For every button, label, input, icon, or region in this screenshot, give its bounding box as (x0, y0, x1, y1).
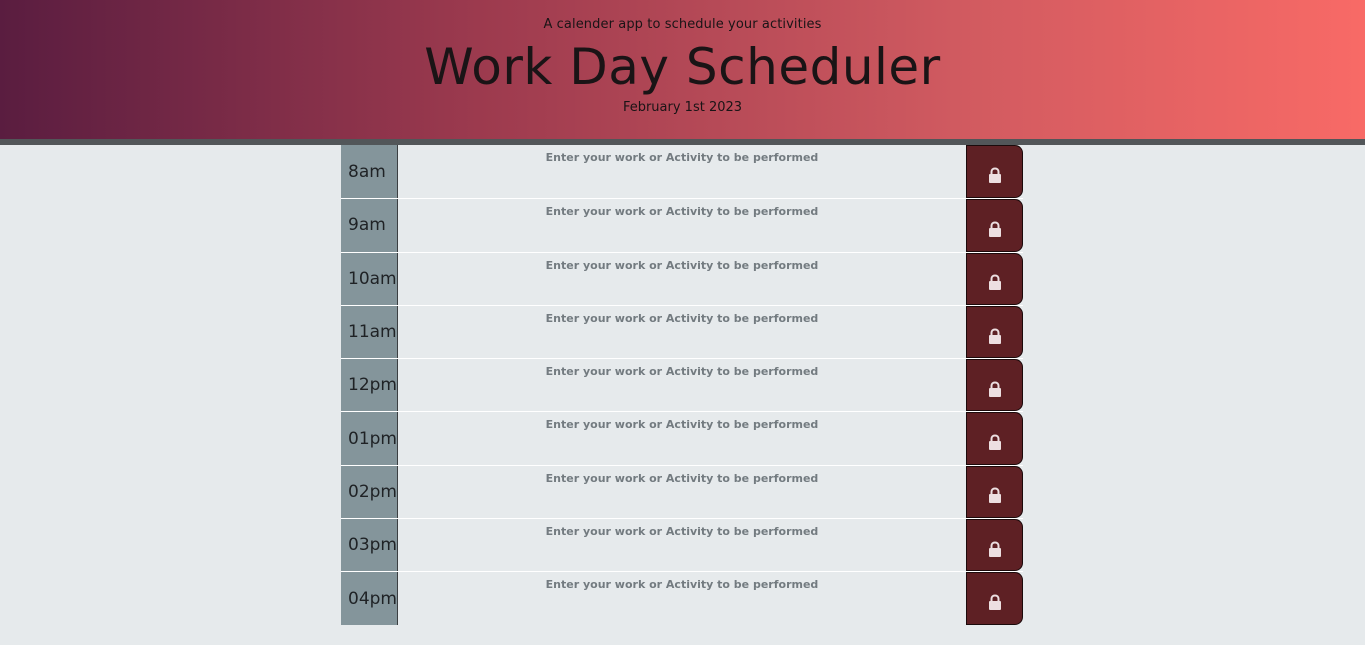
lock-icon (988, 541, 1001, 557)
save-button[interactable] (966, 465, 1023, 519)
lock-icon (988, 487, 1001, 504)
task-input[interactable] (398, 465, 966, 519)
hour-label: 10am (341, 252, 398, 305)
app-tagline: A calender app to schedule your activiti… (543, 17, 822, 32)
task-input[interactable] (398, 572, 966, 625)
save-button[interactable] (966, 252, 1023, 305)
save-button[interactable] (966, 412, 1023, 465)
time-block-row: 11am (341, 304, 1023, 359)
save-button[interactable] (966, 519, 1023, 572)
hour-label: 9am (341, 199, 398, 252)
hour-label: 8am (341, 145, 398, 199)
current-date: February 1st 2023 (622, 100, 743, 115)
time-block-row: 04pm (341, 571, 1023, 625)
hour-label: 11am (341, 305, 398, 359)
lock-icon (988, 328, 1001, 344)
lock-icon (988, 594, 1001, 611)
save-button[interactable] (966, 359, 1023, 412)
hour-label: 03pm (341, 519, 398, 572)
task-input[interactable] (398, 359, 966, 412)
task-input[interactable] (398, 519, 966, 572)
task-input[interactable] (398, 412, 966, 465)
time-block-row: 10am (341, 251, 1023, 305)
page-title: Work Day Scheduler (424, 38, 941, 96)
time-block-row: 8am (341, 145, 1023, 199)
lock-icon (988, 381, 1001, 397)
save-button[interactable] (966, 145, 1023, 199)
save-button[interactable] (966, 572, 1023, 625)
hour-label: 12pm (341, 359, 398, 412)
task-input[interactable] (398, 199, 966, 252)
task-input[interactable] (398, 252, 966, 305)
hour-label: 02pm (341, 465, 398, 519)
task-input[interactable] (398, 305, 966, 359)
task-input[interactable] (398, 145, 966, 199)
time-block-row: 9am (341, 198, 1023, 252)
time-block-row: 03pm (341, 518, 1023, 572)
scheduler-container: 8am 9am 10am 11am 12pm 01pm (341, 145, 1023, 625)
hour-label: 01pm (341, 412, 398, 465)
time-block-row: 12pm (341, 358, 1023, 412)
lock-icon (988, 434, 1001, 451)
save-button[interactable] (966, 305, 1023, 359)
lock-icon (988, 274, 1001, 291)
page-header: A calender app to schedule your activiti… (0, 0, 1365, 145)
hour-label: 04pm (341, 572, 398, 625)
lock-icon (988, 221, 1001, 237)
time-block-row: 01pm (341, 411, 1023, 465)
lock-icon (988, 167, 1001, 184)
time-block-row: 02pm (341, 464, 1023, 519)
save-button[interactable] (966, 199, 1023, 252)
